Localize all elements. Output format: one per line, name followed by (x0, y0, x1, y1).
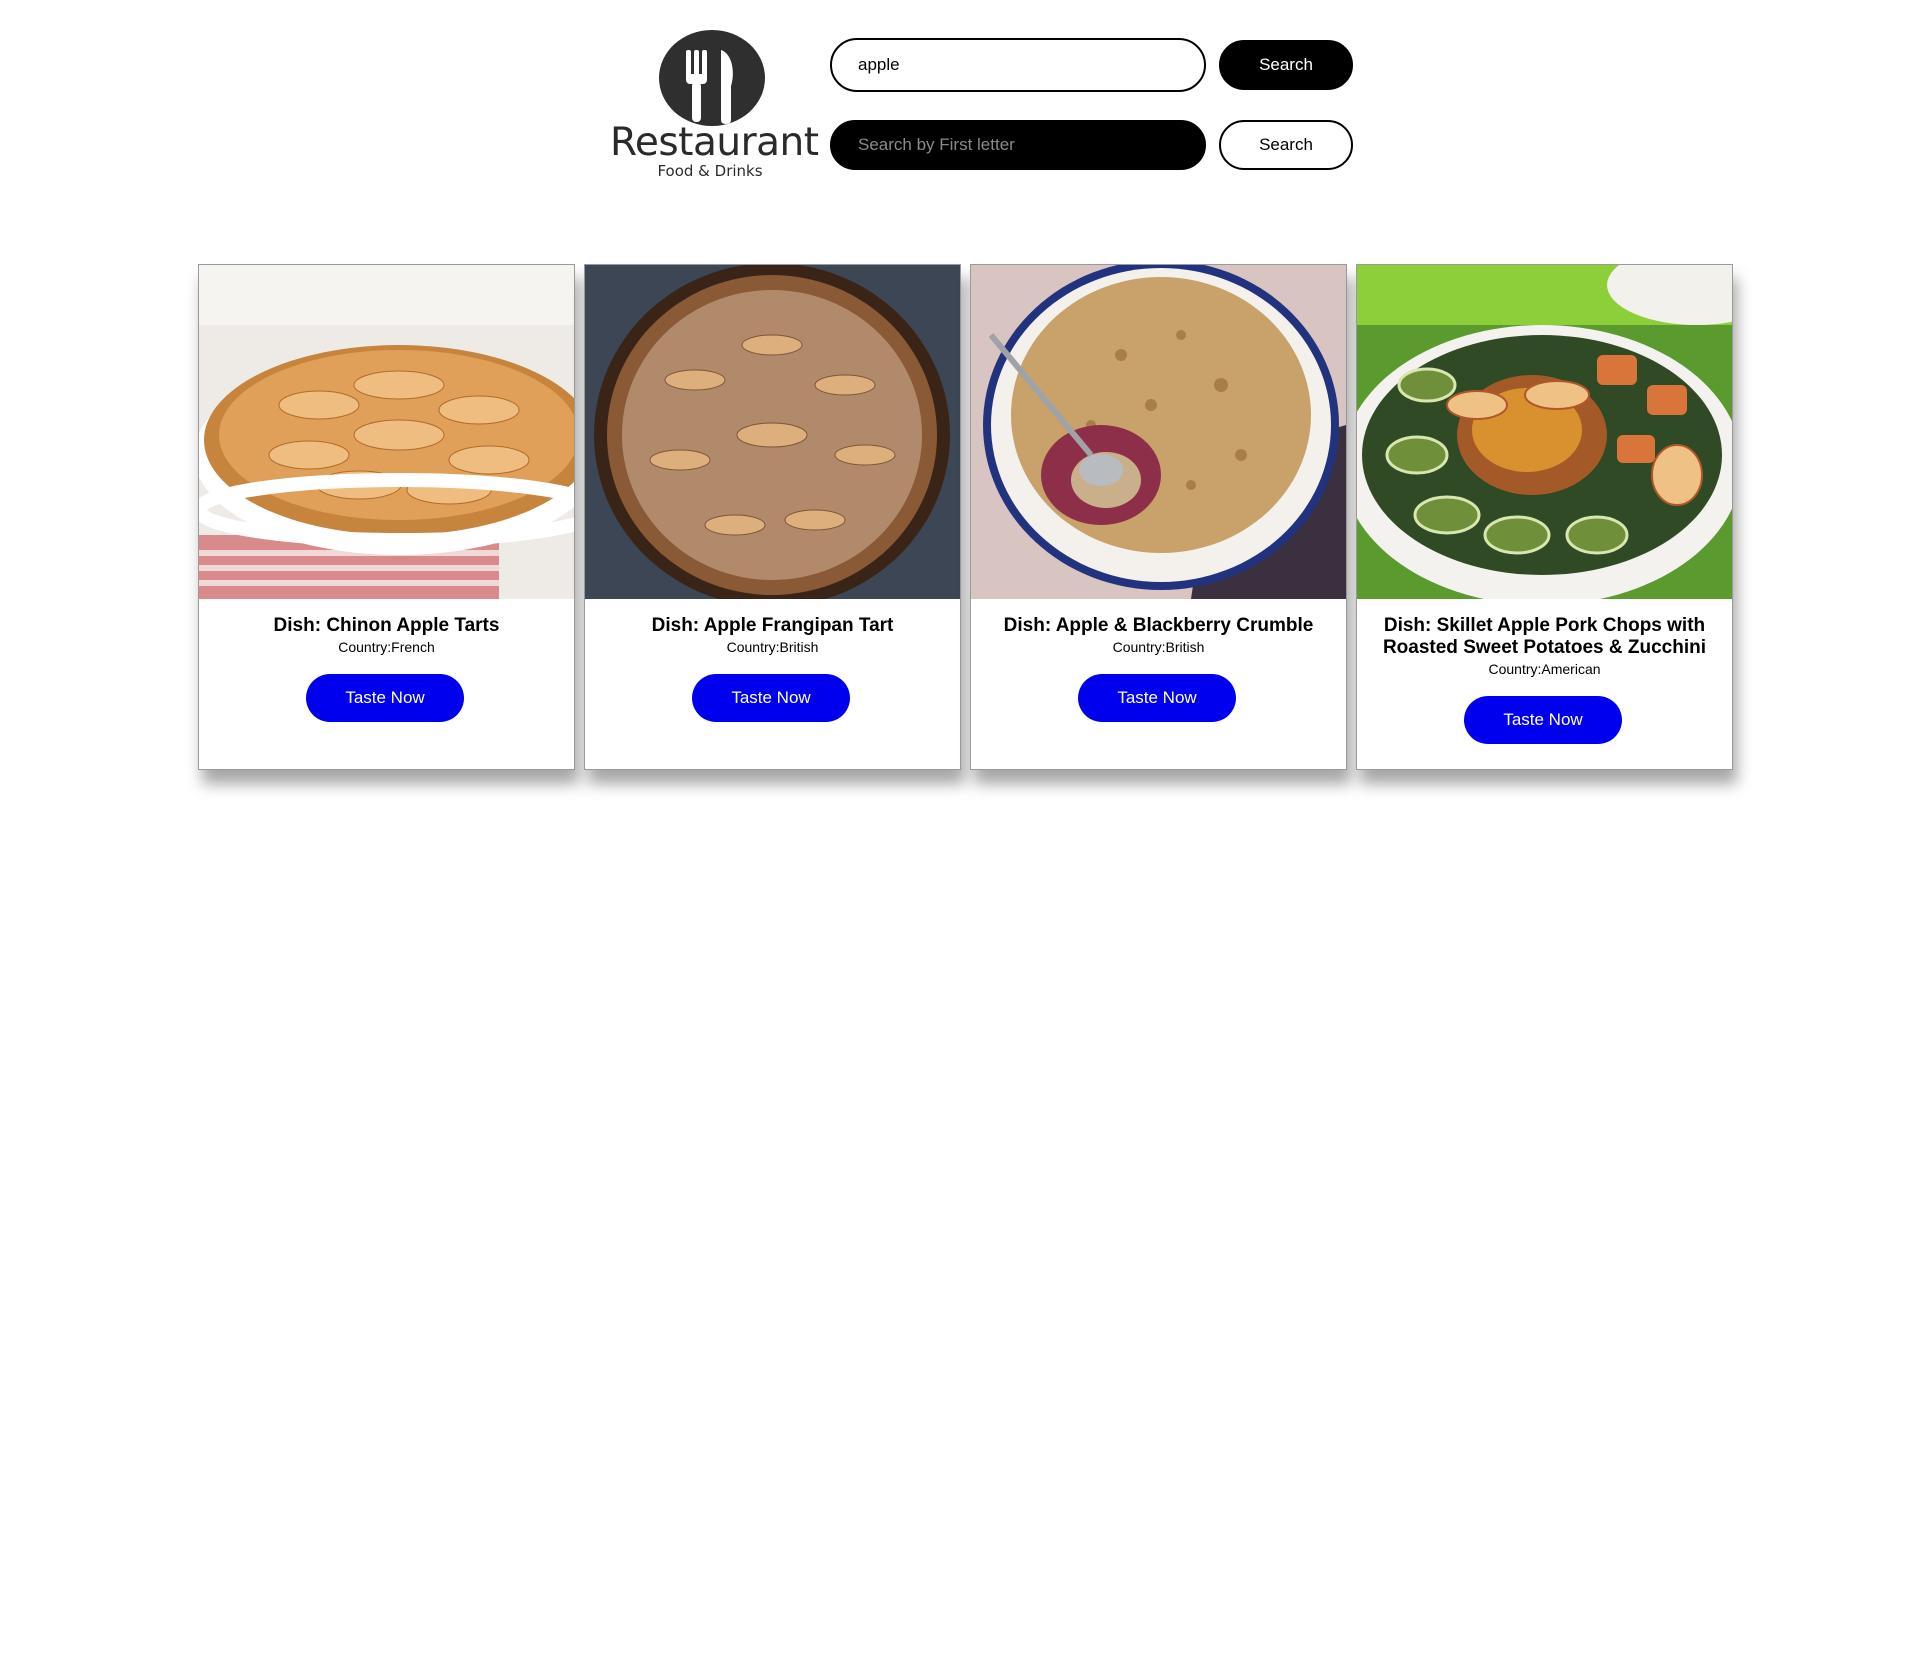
search-by-letter-row: Search (830, 118, 1360, 172)
meal-country: Country:French (338, 639, 435, 655)
meal-card: Dish: Skillet Apple Pork Chops with Roas… (1356, 264, 1733, 770)
taste-now-button[interactable]: Taste Now (1464, 696, 1622, 744)
meal-card: Dish: Chinon Apple Tarts Country:French … (198, 264, 575, 770)
meal-title: Dish: Chinon Apple Tarts (273, 615, 500, 636)
taste-now-button[interactable]: Taste Now (306, 674, 464, 722)
meal-card: Dish: Apple Frangipan Tart Country:Briti… (584, 264, 961, 770)
meal-grid: Dish: Chinon Apple Tarts Country:French … (198, 264, 1738, 774)
brand-tagline: Food & Drinks (657, 162, 763, 180)
search-by-name-button[interactable]: Search (1219, 40, 1353, 90)
meal-country: Country:British (726, 639, 819, 655)
search-by-name-row: Search (830, 38, 1360, 92)
meal-country: Country:British (1112, 639, 1205, 655)
logo: Restaurant Food & Drinks (610, 28, 819, 183)
search-by-letter-button[interactable]: Search (1219, 120, 1353, 170)
brand-name: Restaurant (610, 120, 819, 165)
header: Restaurant Food & Drinks Search Search (610, 28, 1360, 188)
meal-title: Dish: Apple & Blackberry Crumble (1003, 615, 1314, 636)
meal-card: Dish: Apple & Blackberry Crumble Country… (970, 264, 1347, 770)
taste-now-button[interactable]: Taste Now (692, 674, 850, 722)
meal-image (971, 265, 1346, 599)
search-by-name-input[interactable] (830, 38, 1206, 92)
meal-title: Dish: Skillet Apple Pork Chops with Roas… (1382, 615, 1707, 658)
meal-image (1357, 265, 1732, 599)
search-by-letter-input[interactable] (830, 120, 1206, 170)
meal-country: Country:American (1488, 661, 1601, 677)
meal-image (199, 265, 574, 599)
meal-image (585, 265, 960, 599)
page: Restaurant Food & Drinks Search Search (0, 0, 1920, 1660)
taste-now-button[interactable]: Taste Now (1078, 674, 1236, 722)
fork-knife-icon (659, 30, 765, 126)
meal-title: Dish: Apple Frangipan Tart (651, 615, 894, 636)
